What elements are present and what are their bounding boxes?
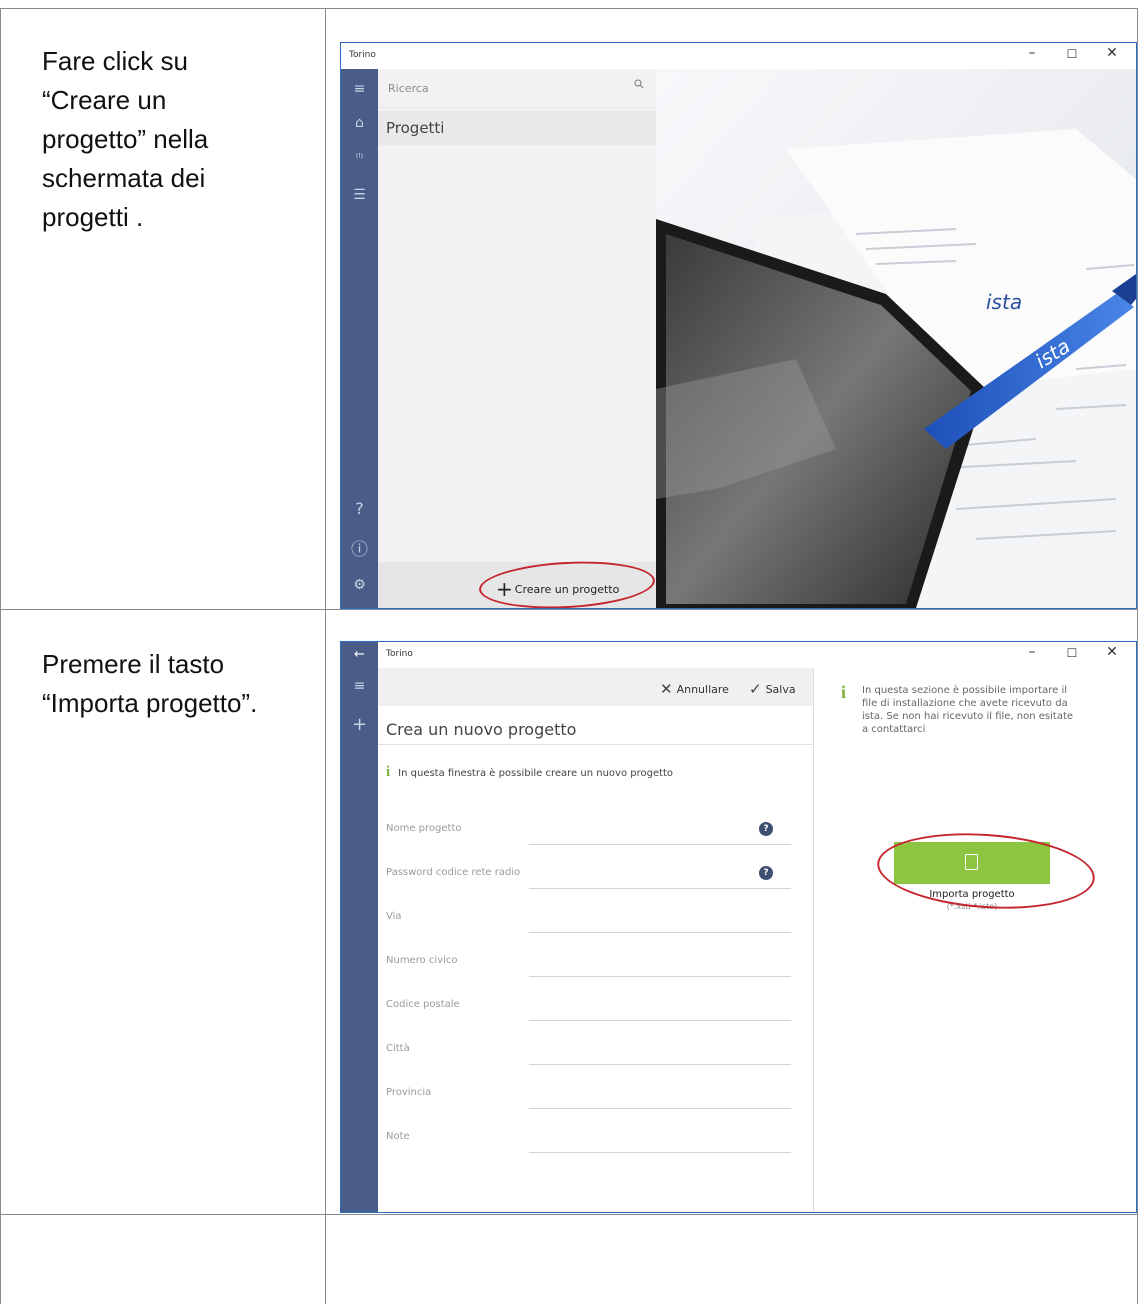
instruction-line: Fare click su — [42, 46, 188, 76]
save-label: Salva — [765, 683, 796, 696]
field-street: Via — [386, 896, 791, 940]
settings-icon[interactable]: ⚙ — [341, 577, 378, 593]
instruction-line: Premere il tasto — [42, 649, 225, 679]
photo-logo-text: ista — [986, 290, 1022, 314]
window-title: Torino — [386, 649, 413, 659]
street-input[interactable] — [529, 904, 791, 933]
province-input[interactable] — [529, 1080, 791, 1109]
field-province: Provincia — [386, 1072, 791, 1116]
nav-item-progetti[interactable]: Progetti — [378, 111, 656, 145]
field-label: Nome progetto — [386, 823, 462, 834]
radio-password-input[interactable] — [529, 860, 791, 889]
field-city: Città — [386, 1028, 791, 1072]
import-info-text: In questa sezione è possibile importare … — [862, 685, 1074, 735]
save-button[interactable]: ✓ Salva — [749, 679, 796, 698]
field-label: Via — [386, 911, 402, 922]
field-label: Codice postale — [386, 999, 460, 1010]
field-notes: Note — [386, 1116, 791, 1160]
projects-pane: Ricerca Progetti + Creare un progetto — [378, 69, 657, 608]
close-icon[interactable]: ✕ — [1092, 644, 1132, 660]
search-box[interactable]: Ricerca — [378, 69, 656, 108]
city-input[interactable] — [529, 1036, 791, 1065]
back-arrow-icon[interactable]: ← — [341, 642, 378, 668]
table-border-left — [0, 8, 1, 1304]
field-postal-code: Codice postale — [386, 984, 791, 1028]
window-title: Torino — [349, 50, 376, 60]
new-project-form: ✕ Annullare ✓ Salva Crea un nuovo progetto… — [378, 668, 814, 1212]
close-icon[interactable]: ✕ — [1092, 45, 1132, 61]
instruction-line: schermata dei — [42, 163, 206, 193]
field-house-number: Numero civico — [386, 940, 791, 984]
hamburger-icon[interactable]: ≡ — [341, 81, 378, 97]
instruction-2: Premere il tasto “Importa progetto”. — [42, 645, 312, 723]
highlight-ellipse — [477, 557, 657, 608]
search-icon[interactable] — [634, 79, 644, 89]
field-radio-password: Password codice rete radio ? — [386, 852, 791, 896]
plus-icon[interactable]: + — [341, 714, 378, 735]
help-icon[interactable]: ? — [759, 822, 773, 836]
form-info: i In questa finestra è possibile creare u… — [386, 764, 673, 781]
table-border-top — [0, 8, 1138, 9]
command-bar: ✕ Annullare ✓ Salva — [378, 668, 813, 706]
field-project-name: Nome progetto ? — [386, 808, 791, 852]
divider — [378, 744, 813, 745]
postal-code-input[interactable] — [529, 992, 791, 1021]
form-info-text: In questa finestra è possibile creare un… — [398, 768, 674, 779]
home-icon[interactable]: ⌂ — [341, 115, 378, 131]
help-icon[interactable]: ? — [341, 499, 378, 518]
maximize-icon[interactable]: ☐ — [1052, 646, 1092, 660]
help-icon[interactable]: ? — [759, 866, 773, 880]
notes-input[interactable] — [529, 1124, 791, 1153]
minimize-icon[interactable]: – — [1012, 45, 1052, 61]
field-label: Password codice rete radio — [386, 867, 521, 878]
list-icon[interactable]: ☰ — [341, 187, 378, 203]
table-border-row2 — [0, 1214, 1138, 1215]
title-bar: Torino – ☐ ✕ — [341, 43, 1136, 69]
field-label: Numero civico — [386, 955, 458, 966]
cancel-button[interactable]: ✕ Annullare — [660, 679, 729, 698]
nav-rail: ≡ ⌂ ⁽ᴵ⁾ ☰ ? ⓘ ⚙ — [341, 69, 378, 608]
field-label: Provincia — [386, 1087, 432, 1098]
close-x-icon: ✕ — [660, 680, 673, 698]
table-border-row1 — [0, 609, 1138, 610]
nav-item-label: Progetti — [386, 119, 445, 137]
title-bar: Torino – ☐ ✕ — [378, 642, 1136, 668]
instruction-line: progetti . — [42, 202, 144, 232]
nav-rail: ≡ + — [341, 668, 378, 1212]
minimize-icon[interactable]: – — [1012, 644, 1052, 660]
import-pane: i In questa sezione è possibile importar… — [814, 668, 1136, 1212]
app-window-projects: Torino – ☐ ✕ ≡ ⌂ ⁽ᴵ⁾ ☰ ? ⓘ ⚙ Ricerca Pro… — [340, 42, 1137, 609]
radio-tower-icon[interactable]: ⁽ᴵ⁾ — [341, 151, 378, 164]
tablet-pen-photo: ista ista — [656, 69, 1136, 608]
info-i-icon: i — [386, 764, 391, 780]
instruction-1: Fare click su “Creare un progetto” nella… — [42, 42, 312, 237]
instruction-line: “Creare un — [42, 85, 167, 115]
search-placeholder: Ricerca — [388, 82, 429, 95]
maximize-icon[interactable]: ☐ — [1052, 47, 1092, 61]
info-icon[interactable]: ⓘ — [341, 535, 378, 560]
table-border-mid — [325, 8, 326, 1304]
app-window-new-project: ← Torino – ☐ ✕ ≡ + ✕ Annullare ✓ Salva Cre… — [340, 641, 1137, 1213]
checkmark-icon: ✓ — [749, 680, 762, 698]
field-label: Città — [386, 1043, 410, 1054]
project-name-input[interactable] — [529, 816, 791, 845]
cancel-label: Annullare — [676, 683, 729, 696]
info-i-icon: i — [841, 682, 847, 702]
bottom-command-bar: + Creare un progetto — [378, 557, 657, 608]
hamburger-icon[interactable]: ≡ — [341, 678, 378, 694]
field-label: Note — [386, 1131, 410, 1142]
page-title: Crea un nuovo progetto — [386, 720, 577, 739]
instruction-line: “Importa progetto”. — [42, 688, 258, 718]
instruction-line: progetto” nella — [42, 124, 209, 154]
background-photo: ista ista — [656, 69, 1136, 608]
house-number-input[interactable] — [529, 948, 791, 977]
